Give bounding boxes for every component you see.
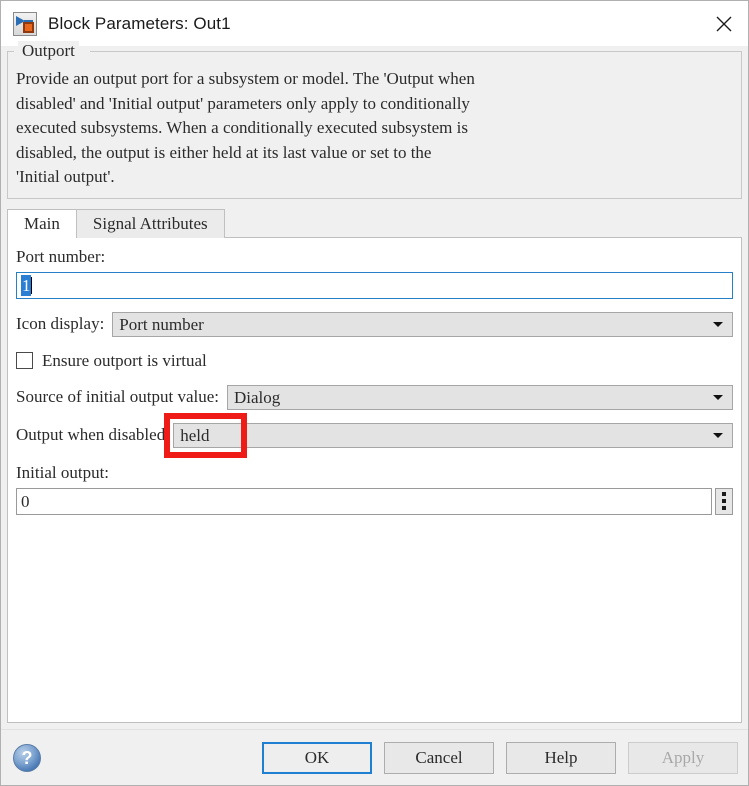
chevron-down-icon: [713, 395, 723, 400]
output-when-disabled-combo[interactable]: held: [173, 422, 733, 448]
port-number-input[interactable]: 1: [16, 271, 733, 299]
cancel-button[interactable]: Cancel: [384, 741, 494, 774]
port-number-value: 1: [21, 274, 31, 296]
window-title: Block Parameters: Out1: [48, 13, 231, 33]
chevron-down-icon: [713, 433, 723, 438]
initial-output-value: 0: [21, 491, 30, 511]
port-number-label: Port number:: [16, 246, 106, 266]
initial-output-label: Initial output:: [16, 462, 110, 482]
close-icon[interactable]: [700, 1, 748, 46]
tab-strip: Main Signal Attributes: [7, 208, 742, 238]
output-when-disabled-value: held: [180, 425, 210, 445]
main-tab-panel: Port number: 1 Icon display: Port number…: [7, 237, 742, 723]
help-icon[interactable]: ?: [13, 743, 41, 772]
source-initial-output-value: Dialog: [234, 387, 281, 407]
title-bar: Block Parameters: Out1: [1, 1, 748, 46]
icon-display-value: Port number: [119, 314, 204, 334]
dialog-body: Outport Provide an output port for a sub…: [1, 41, 748, 729]
icon-display-combo[interactable]: Port number: [112, 311, 733, 337]
initial-output-input[interactable]: 0: [16, 487, 712, 515]
outport-description-group: Outport Provide an output port for a sub…: [7, 41, 742, 199]
dialog-footer: ? OK Cancel Help Apply: [1, 729, 748, 785]
tab-main-label: Main: [24, 213, 60, 233]
source-initial-output-label: Source of initial output value:: [16, 387, 220, 406]
ok-button[interactable]: OK: [262, 741, 372, 774]
ensure-outport-virtual-label: Ensure outport is virtual: [42, 350, 207, 370]
tab-signal-attributes-label: Signal Attributes: [92, 213, 208, 233]
outport-block-icon: [13, 11, 37, 36]
group-title: Outport: [18, 41, 79, 60]
chevron-down-icon: [713, 322, 723, 327]
apply-button: Apply: [628, 741, 738, 774]
output-when-disabled-label: Output when disabled: [16, 425, 166, 444]
ellipsis-button[interactable]: [715, 487, 733, 515]
source-initial-output-combo[interactable]: Dialog: [227, 384, 733, 410]
tab-signal-attributes[interactable]: Signal Attributes: [75, 208, 225, 238]
tab-main[interactable]: Main: [7, 208, 77, 238]
help-button[interactable]: Help: [506, 741, 616, 774]
ensure-outport-virtual-checkbox[interactable]: [16, 352, 33, 369]
icon-display-label: Icon display:: [16, 314, 105, 333]
group-description: Provide an output port for a subsystem o…: [16, 69, 475, 186]
block-parameters-dialog: Block Parameters: Out1 Outport Provide a…: [0, 0, 749, 786]
